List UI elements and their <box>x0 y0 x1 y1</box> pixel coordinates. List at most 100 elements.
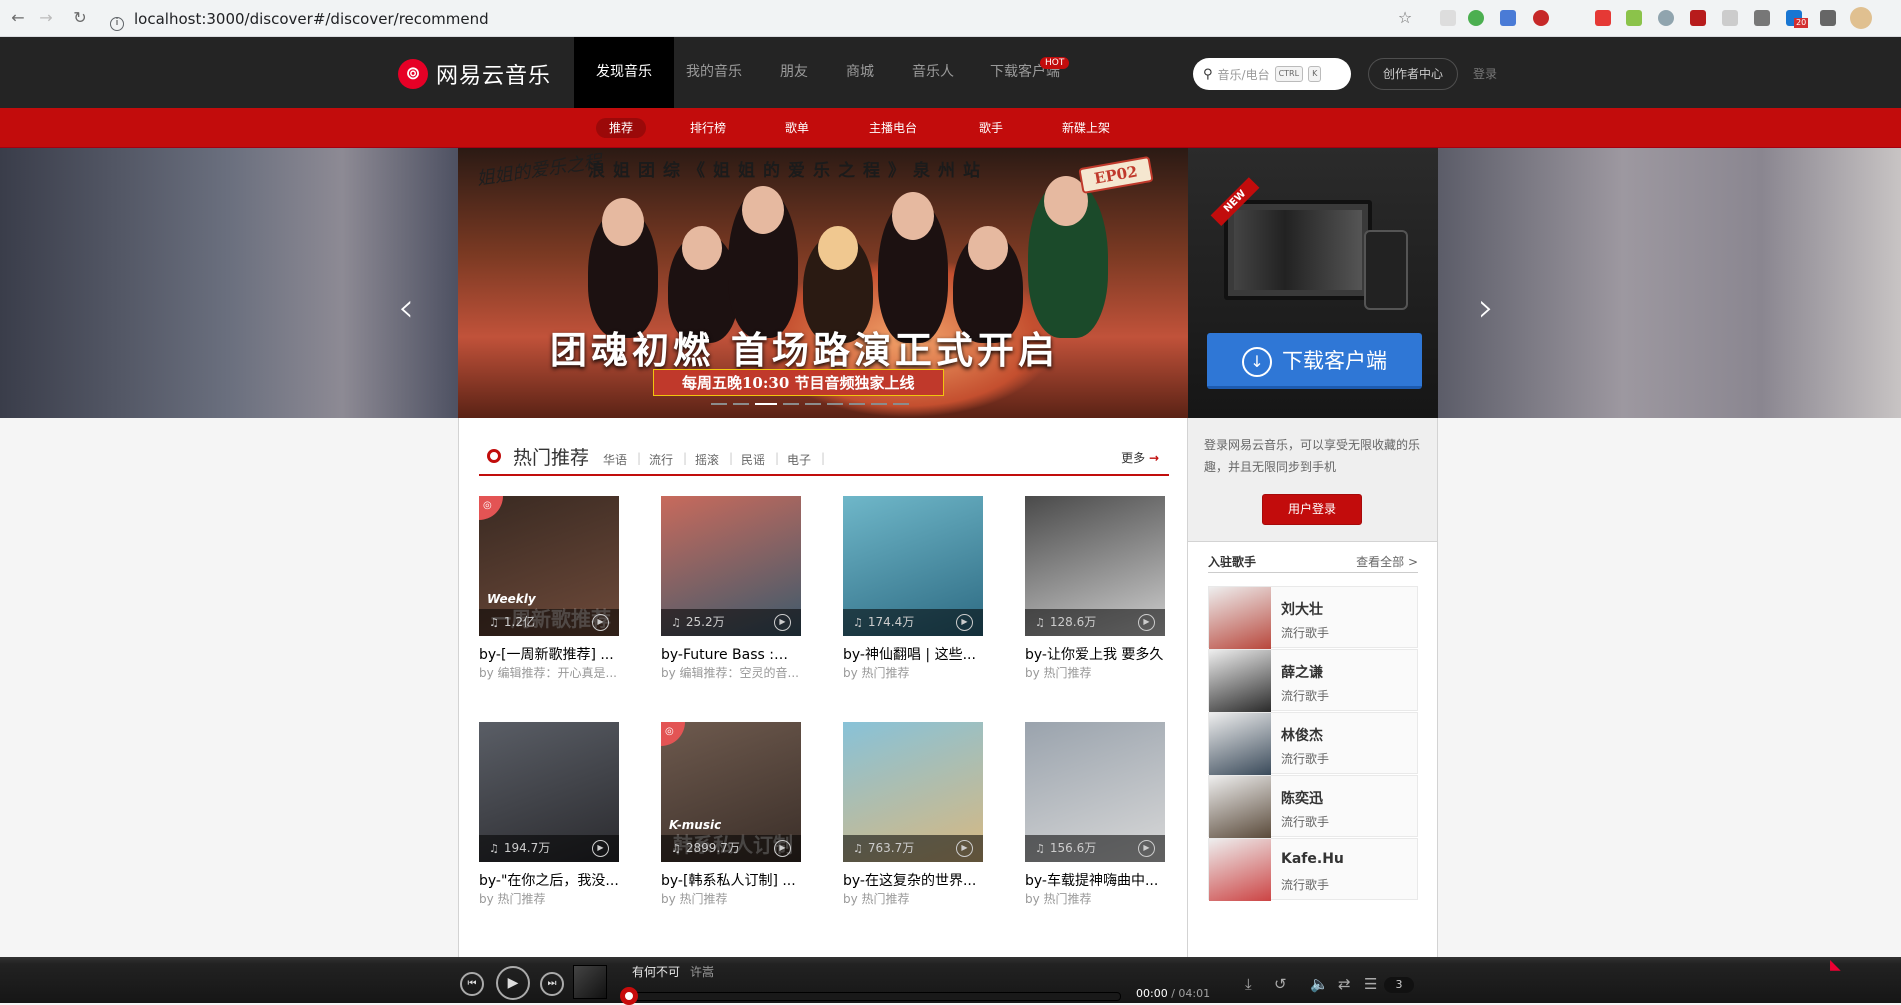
subnav-charts[interactable]: 排行榜 <box>677 118 739 138</box>
extension-icon[interactable] <box>1440 10 1456 26</box>
play-icon[interactable]: ▶ <box>956 840 973 857</box>
playlist-icon[interactable]: ☰ <box>1364 975 1377 993</box>
playlist-author[interactable]: by 热门推荐 <box>1025 890 1165 907</box>
singer-item[interactable]: 刘大壮 流行歌手 <box>1208 586 1418 649</box>
login-link[interactable]: 登录 <box>1473 58 1497 90</box>
carousel-dot[interactable] <box>849 403 865 405</box>
singer-item[interactable]: 林俊杰 流行歌手 <box>1208 712 1418 775</box>
user-login-button[interactable]: 用户登录 <box>1262 494 1362 525</box>
bookmark-star-icon[interactable]: ☆ <box>1395 8 1415 28</box>
tag-folk[interactable]: 民谣 <box>741 451 765 468</box>
extension-icon[interactable] <box>1690 10 1706 26</box>
subnav-singers[interactable]: 歌手 <box>966 118 1016 138</box>
banner-prev-arrow[interactable]: ‹ <box>398 288 414 328</box>
carousel-dot[interactable] <box>733 403 749 405</box>
tag-pop[interactable]: 流行 <box>649 451 673 468</box>
subnav-radio[interactable]: 主播电台 <box>856 118 930 138</box>
view-all-singers-link[interactable]: 查看全部 > <box>1356 553 1418 570</box>
playlist-author[interactable]: by 热门推荐 <box>479 890 619 907</box>
playlist-author[interactable]: by 编辑推荐：空灵的音... <box>661 664 801 681</box>
play-icon[interactable]: ▶ <box>956 614 973 631</box>
playlist-name[interactable]: by-神仙翻唱 | 这些... <box>843 644 983 664</box>
back-icon[interactable]: ← <box>8 8 28 28</box>
tag-electronic[interactable]: 电子 <box>787 451 811 468</box>
nav-discover[interactable]: 发现音乐 <box>574 37 674 108</box>
playlist-name[interactable]: by-在这复杂的世界... <box>843 870 983 890</box>
now-playing-cover[interactable] <box>573 965 607 999</box>
tag-chinese[interactable]: 华语 <box>603 451 627 468</box>
carousel-dot[interactable] <box>711 403 727 405</box>
translate-icon[interactable] <box>1500 10 1516 26</box>
next-track-icon[interactable]: ⏭ <box>540 972 564 996</box>
carousel-dot[interactable] <box>783 403 799 405</box>
progress-track[interactable] <box>628 992 1121 1001</box>
extension-icon[interactable] <box>1626 10 1642 26</box>
play-icon[interactable]: ▶ <box>496 966 530 1000</box>
fe-icon[interactable] <box>1595 10 1611 26</box>
carousel-dot[interactable] <box>805 403 821 405</box>
play-icon[interactable]: ▶ <box>592 840 609 857</box>
play-icon[interactable]: ▶ <box>592 614 609 631</box>
play-icon[interactable]: ▶ <box>774 840 791 857</box>
playlist-cover[interactable]: ♫ 25.2万 ▶ <box>661 496 801 636</box>
search-input[interactable]: ⚲ 音乐/电台 CTRL K <box>1193 58 1351 90</box>
play-icon[interactable]: ▶ <box>1138 840 1155 857</box>
subnav-new-albums[interactable]: 新碟上架 <box>1049 118 1123 138</box>
extension-icon[interactable] <box>1658 10 1674 26</box>
reload-icon[interactable]: ↻ <box>70 8 90 28</box>
nav-friends[interactable]: 朋友 <box>764 37 824 108</box>
playlist-name[interactable]: by-[韩系私人订制] ... <box>661 870 801 890</box>
playlist-cover[interactable]: ♫ 763.7万 ▶ <box>843 722 983 862</box>
playlist-cover[interactable]: ◎Weekly一周新歌推荐♫1.2亿▶ <box>479 496 619 636</box>
loop-icon[interactable]: ⇄ <box>1338 975 1351 993</box>
share-icon[interactable]: ↺ <box>1274 975 1287 993</box>
now-playing-artist[interactable]: 许嵩 <box>690 963 714 980</box>
address-bar[interactable]: i localhost:3000/discover#/discover/recom… <box>110 7 489 31</box>
nav-download[interactable]: 下载客户端 <box>980 37 1070 108</box>
avatar[interactable] <box>1850 7 1872 29</box>
playlist-cover[interactable]: ♫ 156.6万 ▶ <box>1025 722 1165 862</box>
carousel-dot[interactable] <box>827 403 843 405</box>
playlist-name[interactable]: by-车载提神嗨曲中... <box>1025 870 1165 890</box>
forward-icon[interactable]: → <box>36 8 56 28</box>
logo[interactable]: ⊚ 网易云音乐 <box>398 59 551 89</box>
extension-icon[interactable]: 20 <box>1786 10 1809 28</box>
playlist-author[interactable]: by 热门推荐 <box>661 890 801 907</box>
tag-rock[interactable]: 摇滚 <box>695 451 719 468</box>
puzzle-icon[interactable] <box>1820 10 1836 26</box>
prev-track-icon[interactable]: ⏮ <box>460 972 484 996</box>
download-song-icon[interactable]: ⤓ <box>1245 975 1252 993</box>
subnav-recommend[interactable]: 推荐 <box>596 118 647 138</box>
playlist-cover[interactable]: ♫ 174.4万 ▶ <box>843 496 983 636</box>
nav-musician[interactable]: 音乐人 <box>898 37 968 108</box>
download-icon[interactable] <box>1754 10 1770 26</box>
carousel-dot[interactable] <box>871 403 887 405</box>
playlist-name[interactable]: by-Future Bass :炫... <box>661 644 801 664</box>
carousel-dot-active[interactable] <box>755 403 777 405</box>
info-icon[interactable]: i <box>110 17 124 31</box>
ublock-icon[interactable] <box>1533 10 1549 26</box>
play-icon[interactable]: ▶ <box>1138 614 1155 631</box>
extension-icon[interactable] <box>1722 10 1738 26</box>
now-playing-song[interactable]: 有何不可 <box>632 963 680 980</box>
singer-item[interactable]: Kafe.Hu 流行歌手 <box>1208 838 1418 901</box>
progress-knob[interactable] <box>620 987 638 1005</box>
creator-center-button[interactable]: 创作者中心 <box>1368 58 1458 90</box>
playlist-name[interactable]: by-让你爱上我 要多久 <box>1025 644 1165 664</box>
nav-my-music[interactable]: 我的音乐 <box>674 37 754 108</box>
subnav-playlists[interactable]: 歌单 <box>772 118 822 138</box>
playlist-cover[interactable]: ♫ 194.7万 ▶ <box>479 722 619 862</box>
download-client-button[interactable]: ↓ 下载客户端 <box>1207 333 1422 389</box>
volume-icon[interactable]: 🔈 <box>1310 975 1329 993</box>
nav-store[interactable]: 商城 <box>830 37 890 108</box>
banner-slide[interactable]: 姐姐的爱乐之程 浪姐团综《姐姐的爱乐之程》泉州站 EP02 团魂初燃 首场路演正… <box>458 148 1188 418</box>
playlist-cover[interactable]: ♫ 128.6万 ▶ <box>1025 496 1165 636</box>
lock-player-icon[interactable]: ◣ <box>1830 957 1841 973</box>
singer-item[interactable]: 陈奕迅 流行歌手 <box>1208 775 1418 838</box>
singer-item[interactable]: 薛之谦 流行歌手 <box>1208 649 1418 712</box>
more-link[interactable]: 更多 → <box>1121 449 1159 466</box>
carousel-dot[interactable] <box>893 403 909 405</box>
extension-icon[interactable] <box>1468 10 1484 26</box>
playlist-name[interactable]: by-"在你之后，我没... <box>479 870 619 890</box>
playlist-cover[interactable]: ◎K-music韩系私人订制♫2899.7万▶ <box>661 722 801 862</box>
